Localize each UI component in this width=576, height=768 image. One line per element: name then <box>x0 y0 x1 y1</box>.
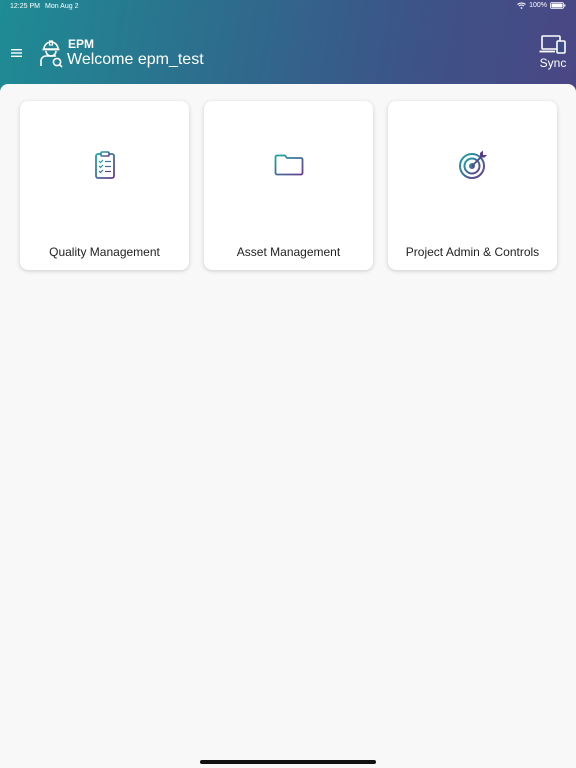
app-name: EPM <box>68 37 95 51</box>
card-label: Quality Management <box>49 245 160 259</box>
battery-icon <box>550 2 566 9</box>
sync-label: Sync <box>539 56 567 70</box>
status-time: 12:25 PM <box>10 3 40 10</box>
devices-icon <box>539 35 566 54</box>
card-label: Asset Management <box>236 245 341 259</box>
sync-button[interactable]: Sync <box>534 34 572 76</box>
main-content: Quality Management Asset Management Proj… <box>0 84 576 768</box>
card-label: Project Admin & Controls <box>405 245 540 259</box>
status-date: Mon Aug 2 <box>45 3 79 10</box>
welcome-message: Welcome epm_test <box>67 51 204 68</box>
card-project-admin-controls[interactable]: Project Admin & Controls <box>388 101 557 270</box>
status-indicators: 100% <box>517 2 566 9</box>
battery-percent: 100% <box>529 2 547 9</box>
app-header: 12:25 PM Mon Aug 2 100% EPM Welcome epm_… <box>0 0 576 96</box>
engineer-helmet-icon <box>38 38 64 68</box>
card-quality-management[interactable]: Quality Management <box>20 101 189 270</box>
folder-icon <box>273 149 305 181</box>
status-bar: 12:25 PM Mon Aug 2 100% <box>0 0 576 16</box>
hamburger-menu-icon[interactable] <box>8 44 26 62</box>
home-indicator[interactable] <box>200 760 376 764</box>
card-asset-management[interactable]: Asset Management <box>204 101 373 270</box>
target-icon <box>457 149 489 181</box>
wifi-icon <box>517 2 526 9</box>
clipboard-checklist-icon <box>89 149 121 181</box>
